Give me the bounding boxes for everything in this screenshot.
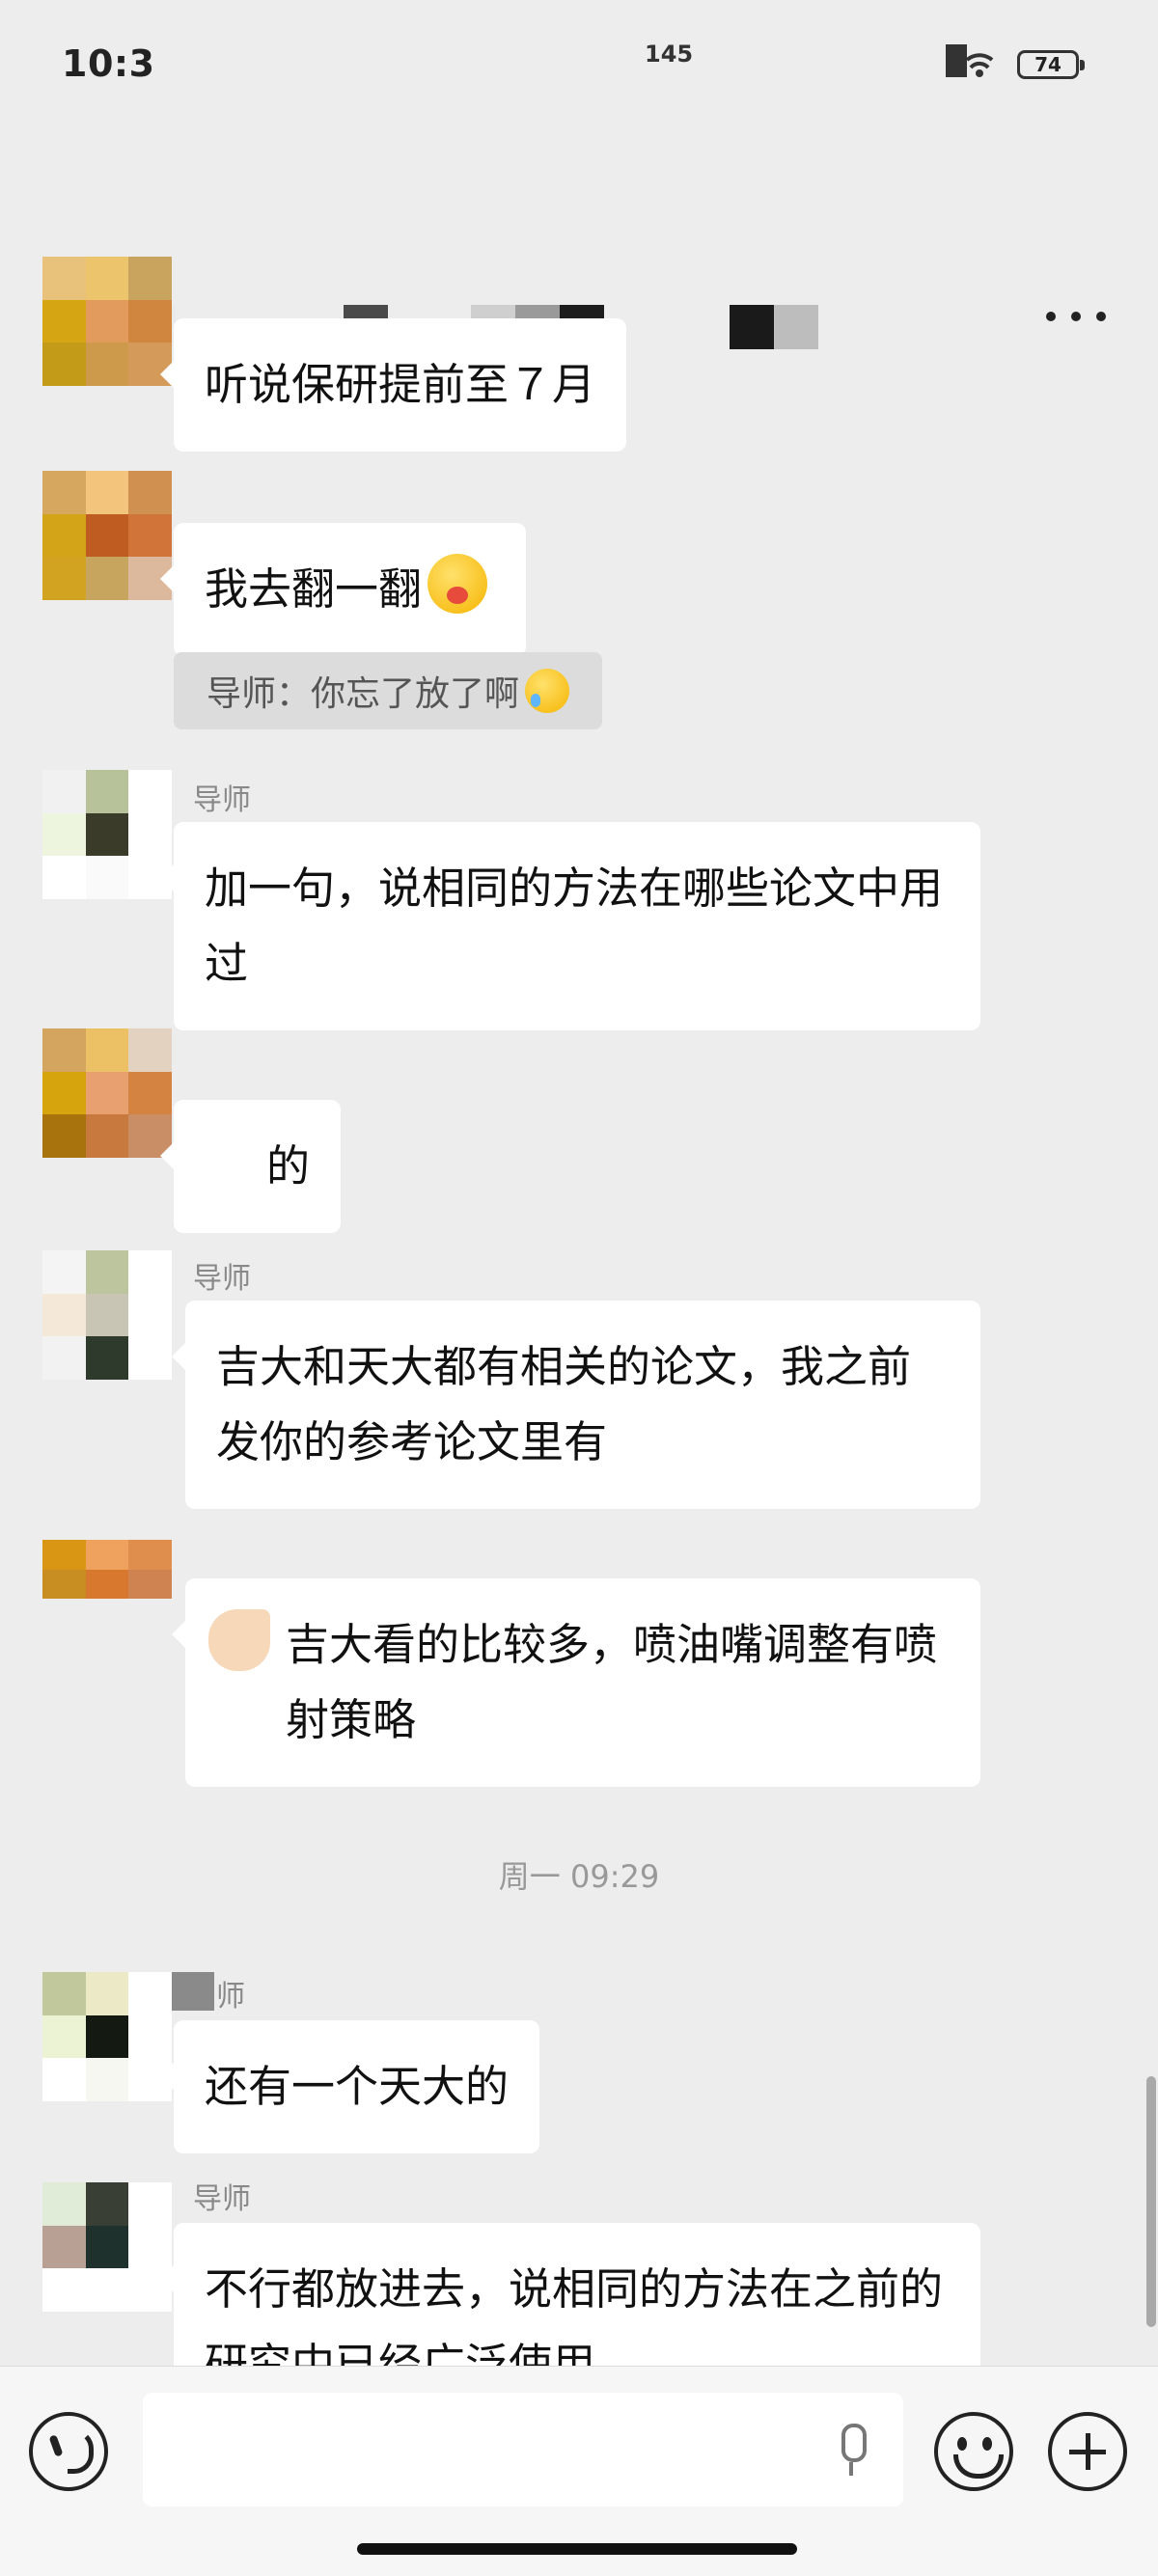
dizzy-face-emoji-icon bbox=[427, 554, 488, 614]
avatar[interactable] bbox=[42, 1972, 172, 2101]
sender-name: 导师 bbox=[193, 1262, 251, 1296]
wifi-icon bbox=[946, 44, 994, 77]
avatar[interactable] bbox=[42, 1028, 172, 1158]
message-bubble[interactable]: 的 bbox=[159, 1100, 342, 1233]
message-text: 我去翻一翻 bbox=[205, 563, 423, 615]
network-indicator: 145 bbox=[645, 41, 694, 68]
avatar[interactable] bbox=[42, 2182, 172, 2312]
message-bubble[interactable]: 加一句，说相同的方法在哪些论文中用过 bbox=[160, 822, 980, 1030]
message-bubble[interactable]: 吉大看的比较多，喷油嘴调整有喷射策略 bbox=[172, 1578, 980, 1787]
sender-name: 师 bbox=[216, 1980, 245, 2014]
message-bubble[interactable]: 听说保研提前至７月 bbox=[159, 318, 627, 452]
home-indicator bbox=[357, 2543, 797, 2555]
microphone-icon[interactable] bbox=[832, 2424, 870, 2478]
sender-name: 导师 bbox=[193, 783, 251, 817]
avatar[interactable] bbox=[42, 770, 172, 899]
emoji-button[interactable] bbox=[934, 2412, 1013, 2491]
message-bubble[interactable]: 我去翻一翻 bbox=[159, 523, 527, 656]
avatar[interactable] bbox=[42, 257, 172, 386]
avatar[interactable] bbox=[42, 1540, 172, 1629]
crying-laughing-emoji-icon bbox=[525, 669, 570, 713]
more-actions-button[interactable] bbox=[1048, 2412, 1127, 2491]
avatar[interactable] bbox=[42, 471, 172, 600]
sender-name-mosaic bbox=[172, 1972, 214, 2011]
scrollbar[interactable] bbox=[1146, 2076, 1156, 2327]
chat-header bbox=[0, 135, 1158, 349]
message-input[interactable] bbox=[143, 2393, 903, 2507]
battery-indicator: 74 bbox=[1017, 50, 1085, 79]
timestamp-divider: 周一 09:29 bbox=[498, 1858, 660, 1895]
quote-text: 导师：你忘了放了啊 bbox=[207, 674, 520, 714]
chat-title-mosaic bbox=[730, 305, 818, 349]
status-time: 10:3 bbox=[62, 42, 155, 85]
quoted-message[interactable]: 导师：你忘了放了啊 bbox=[174, 652, 603, 729]
more-options-button[interactable] bbox=[1046, 297, 1106, 336]
message-bubble[interactable]: 吉大和天大都有相关的论文，我之前发你的参考论文里有 bbox=[172, 1301, 980, 1509]
pointing-hand-emoji-icon bbox=[208, 1609, 270, 1671]
status-bar: 10:3 145 74 bbox=[0, 0, 1158, 135]
message-bubble[interactable]: 还有一个天大的 bbox=[159, 2020, 540, 2153]
ellipsis-icon bbox=[1046, 312, 1056, 321]
message-text: 吉大看的比较多，喷油嘴调整有喷射策略 bbox=[286, 1619, 938, 1745]
voice-input-button[interactable] bbox=[29, 2412, 108, 2491]
avatar[interactable] bbox=[42, 1250, 172, 1380]
sender-name: 导师 bbox=[193, 2182, 251, 2216]
